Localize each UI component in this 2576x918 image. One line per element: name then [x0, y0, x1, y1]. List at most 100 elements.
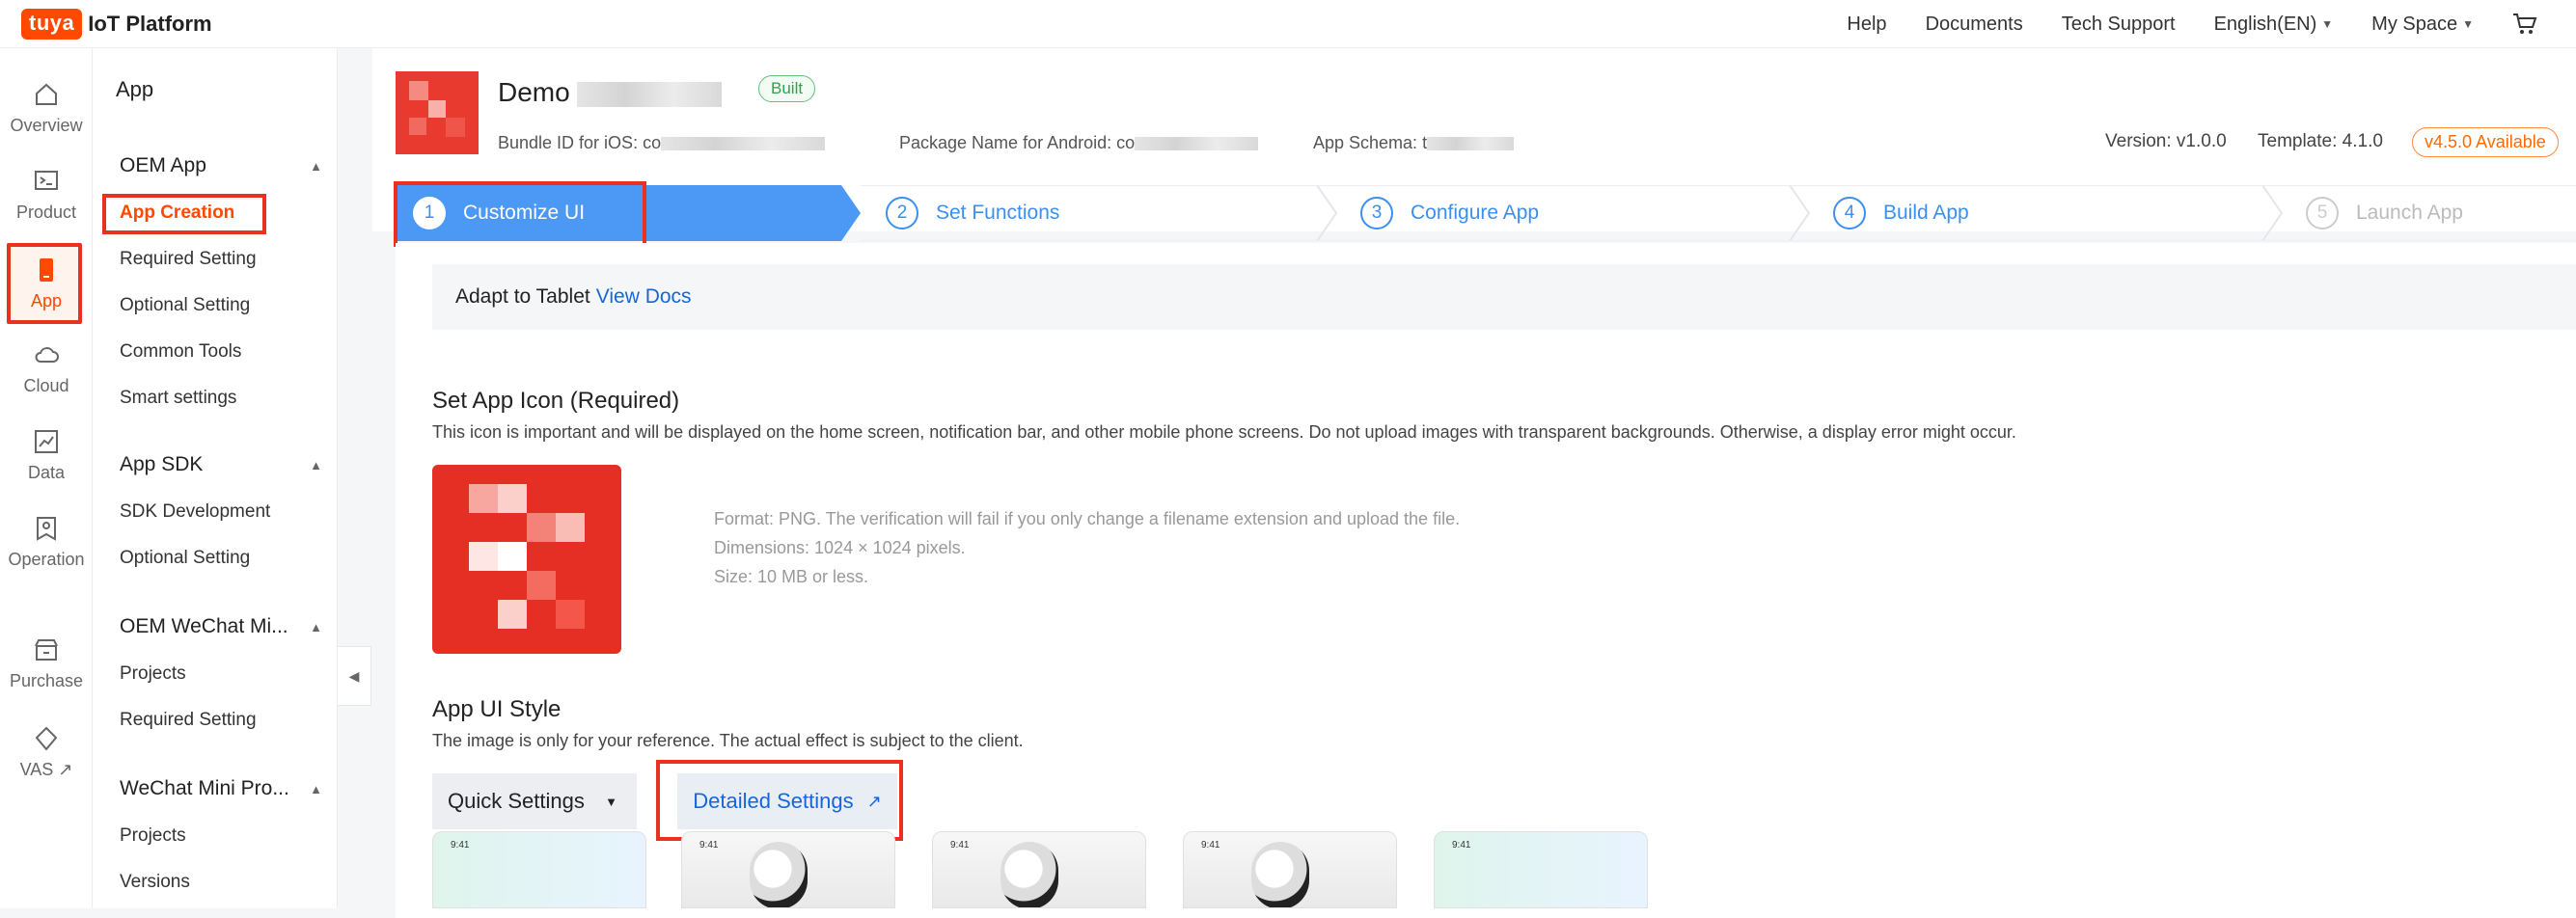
menu-item-sdk-optional-setting[interactable]: Optional Setting: [120, 548, 250, 569]
package-name: Package Name for Android: co: [899, 133, 1259, 153]
language-dropdown[interactable]: English(EN) ▼: [2214, 14, 2334, 36]
dimension-requirement: Dimensions: 1024 × 1024 pixels.: [714, 538, 966, 557]
app-version: Version: v1.0.0: [2105, 131, 2227, 151]
step-configure-app[interactable]: 3 Configure App: [1360, 185, 1539, 241]
rail-label: Data: [27, 462, 66, 482]
step-build-app[interactable]: 4 Build App: [1833, 185, 1969, 241]
view-docs-link[interactable]: View Docs: [596, 285, 692, 309]
step-set-functions[interactable]: 2 Set Functions: [886, 185, 1059, 241]
brand[interactable]: tuya IoT Platform: [21, 8, 212, 40]
collapse-up-icon: ▲: [310, 457, 322, 472]
phone-icon: [40, 257, 53, 282]
tuya-logo: tuya: [21, 8, 83, 40]
menu-item-smart-settings[interactable]: Smart settings: [120, 388, 236, 409]
rail-item-data[interactable]: Data: [0, 417, 93, 494]
quick-settings-dropdown[interactable]: Quick Settings ▼: [432, 773, 637, 829]
chevron-down-icon: ▼: [2462, 17, 2474, 31]
top-nav: Help Documents Tech Support English(EN) ▼…: [1847, 0, 2576, 48]
help-link[interactable]: Help: [1847, 14, 1886, 36]
menu-item-sdk-development[interactable]: SDK Development: [120, 501, 270, 523]
menu-item-wechat-projects[interactable]: Projects: [120, 663, 186, 685]
platform-title: IoT Platform: [88, 11, 212, 36]
my-space-dropdown[interactable]: My Space ▼: [2371, 14, 2474, 36]
detailed-settings-button[interactable]: Detailed Settings ↗: [677, 773, 897, 829]
chart-icon: [35, 429, 58, 453]
panda-image: [750, 842, 808, 907]
menu-group-wechat-mini[interactable]: WeChat Mini Pro... ▲: [120, 777, 322, 800]
app-name: Demo: [498, 77, 723, 108]
app-icon-upload[interactable]: [432, 465, 621, 654]
secondary-menu: App OEM App ▲ App Creation Required Setti…: [93, 48, 338, 908]
collapse-up-icon: ▲: [310, 158, 322, 174]
customize-ui-card: Adapt to Tablet View Docs Set App Icon (…: [396, 243, 2576, 918]
cart-icon[interactable]: [2512, 13, 2537, 36]
app-header: Demo Built Bundle ID for iOS: co Package…: [372, 48, 2576, 247]
rail-item-operation[interactable]: Operation: [0, 503, 93, 580]
app-icon-title: Set App Icon (Required): [432, 388, 680, 414]
app-schema: App Schema: t: [1313, 133, 1515, 153]
step-progress: 1 Customize UI 2 Set Functions 3 Configure …: [394, 181, 2576, 247]
theme-thumbnail[interactable]: 9:41: [1183, 831, 1397, 908]
rail-item-app[interactable]: App: [0, 245, 93, 322]
collapse-up-icon: ▲: [310, 619, 322, 634]
panda-image: [1251, 842, 1309, 907]
external-link-icon: ↗: [58, 759, 73, 779]
documents-link[interactable]: Documents: [1926, 14, 2023, 36]
rail-item-product[interactable]: Product: [0, 156, 93, 233]
primary-nav-rail: Overview Product App Cloud Data Operatio…: [0, 48, 93, 908]
tech-support-link[interactable]: Tech Support: [2062, 14, 2176, 36]
ui-style-description: The image is only for your reference. Th…: [432, 731, 1024, 750]
redacted-text: [1135, 137, 1259, 151]
redacted-text: [661, 137, 826, 151]
chevron-left-icon: ◀: [348, 667, 360, 684]
format-requirement: Format: PNG. The verification will fail …: [714, 509, 1461, 528]
template-version: Template: 4.1.0: [2258, 131, 2383, 151]
menu-group-oem-wechat[interactable]: OEM WeChat Mi... ▲: [120, 615, 322, 638]
menu-item-wechat-required-setting[interactable]: Required Setting: [120, 710, 257, 731]
rail-item-overview[interactable]: Overview: [0, 69, 93, 147]
status-badge: Built: [758, 75, 816, 102]
rail-label: Operation: [8, 549, 85, 569]
my-space-label: My Space: [2371, 13, 2458, 35]
menu-title: App: [116, 77, 154, 101]
home-icon: [36, 83, 57, 105]
menu-item-required-setting[interactable]: Required Setting: [120, 249, 257, 270]
top-bar: tuya IoT Platform Help Documents Tech Su…: [0, 0, 2576, 48]
theme-thumbnail[interactable]: 9:41: [932, 831, 1146, 908]
update-available-badge[interactable]: v4.5.0 Available: [2412, 127, 2559, 157]
redacted-text: [577, 81, 723, 107]
menu-item-optional-setting[interactable]: Optional Setting: [120, 295, 250, 316]
menu-group-oem-app[interactable]: OEM App ▲: [120, 154, 322, 177]
collapse-menu-button[interactable]: ◀: [338, 646, 371, 706]
caret-down-icon: ▼: [605, 794, 617, 809]
rail-label: App: [30, 290, 63, 310]
menu-item-app-creation[interactable]: App Creation: [120, 202, 234, 224]
diamond-icon: [35, 726, 58, 751]
panda-image: [1000, 842, 1058, 907]
rail-item-vas[interactable]: VAS ↗: [0, 714, 93, 791]
cloud-icon: [35, 346, 59, 363]
rail-label: Product: [15, 202, 77, 222]
badge-icon: [37, 516, 56, 541]
theme-thumbnail[interactable]: 9:41: [432, 831, 646, 908]
rail-item-purchase[interactable]: Purchase: [0, 625, 93, 702]
menu-item-mini-versions[interactable]: Versions: [120, 872, 190, 893]
external-link-icon: ↗: [866, 791, 882, 811]
theme-thumbnail[interactable]: 9:41: [1434, 831, 1648, 908]
rail-label: Cloud: [23, 375, 69, 395]
rail-item-cloud[interactable]: Cloud: [0, 330, 93, 407]
shop-icon: [35, 638, 58, 661]
step-launch-app: 5 Launch App: [2306, 185, 2463, 241]
bundle-id: Bundle ID for iOS: co: [498, 133, 826, 153]
menu-group-app-sdk[interactable]: App SDK ▲: [120, 453, 322, 476]
theme-thumbnail[interactable]: 9:41: [681, 831, 895, 908]
menu-item-mini-projects[interactable]: Projects: [120, 825, 186, 847]
rail-label: Overview: [10, 115, 83, 135]
main-content: Demo Built Bundle ID for iOS: co Package…: [372, 48, 2576, 918]
chevron-down-icon: ▼: [2321, 17, 2334, 31]
step-customize-ui[interactable]: 1 Customize UI: [413, 185, 585, 241]
rail-label: VAS ↗: [19, 759, 73, 779]
menu-item-common-tools[interactable]: Common Tools: [120, 341, 241, 363]
tablet-notice: Adapt to Tablet View Docs: [432, 264, 2576, 330]
ui-style-title: App UI Style: [432, 696, 562, 722]
